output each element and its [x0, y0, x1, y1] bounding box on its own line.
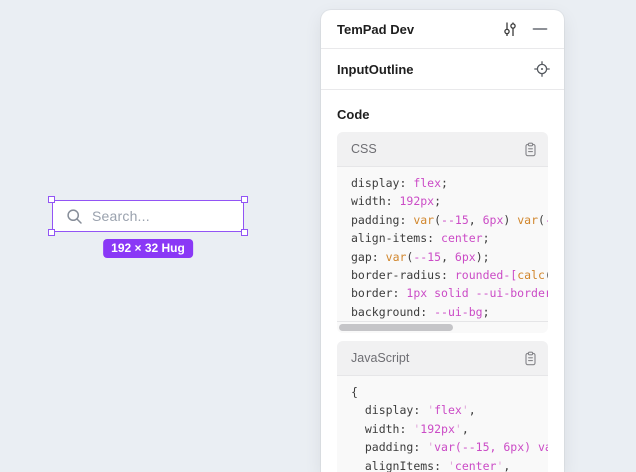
panel-header: TemPad Dev [321, 10, 564, 49]
copy-js-button[interactable] [522, 350, 539, 367]
component-name: InputOutline [337, 62, 533, 77]
code-section-label: Code [337, 107, 548, 122]
css-code[interactable]: display: flex;width: 192px;padding: var(… [337, 167, 548, 321]
search-placeholder-text: Search... [92, 208, 150, 224]
sliders-icon [502, 21, 518, 37]
css-block-label: CSS [351, 142, 522, 156]
selection-handle-top-left[interactable] [48, 196, 55, 203]
copy-icon [523, 142, 538, 157]
search-input[interactable]: Search... [52, 200, 244, 232]
locate-icon [534, 61, 550, 77]
minus-icon [532, 21, 548, 37]
settings-button[interactable] [501, 21, 518, 38]
tempad-dev-panel: TemPad Dev [321, 10, 564, 472]
css-horizontal-scrollbar[interactable] [337, 321, 548, 333]
copy-icon [523, 351, 538, 366]
css-scrollbar-thumb[interactable] [339, 324, 453, 331]
js-block-label: JavaScript [351, 351, 522, 365]
js-code[interactable]: { display: 'flex', width: '192px', paddi… [337, 376, 548, 472]
selection-handle-bottom-right[interactable] [241, 229, 248, 236]
js-code-block: JavaScript { display: 'flex', width: '19… [337, 341, 548, 472]
panel-title: TemPad Dev [337, 22, 501, 37]
magnifier-icon [66, 208, 83, 225]
selection-size-badge: 192 × 32 Hug [103, 239, 193, 258]
locate-component-button[interactable] [533, 61, 550, 78]
selection-handle-top-right[interactable] [241, 196, 248, 203]
screenshot-root: Search... 192 × 32 Hug TemPad Dev [0, 0, 636, 472]
minimize-button[interactable] [531, 21, 548, 38]
css-block-header: CSS [337, 132, 548, 167]
selection-handle-bottom-left[interactable] [48, 229, 55, 236]
css-code-block: CSS display: flex;width: 192px;padding: … [337, 132, 548, 333]
js-block-header: JavaScript [337, 341, 548, 376]
selected-component-row: InputOutline [321, 49, 564, 90]
copy-css-button[interactable] [522, 141, 539, 158]
